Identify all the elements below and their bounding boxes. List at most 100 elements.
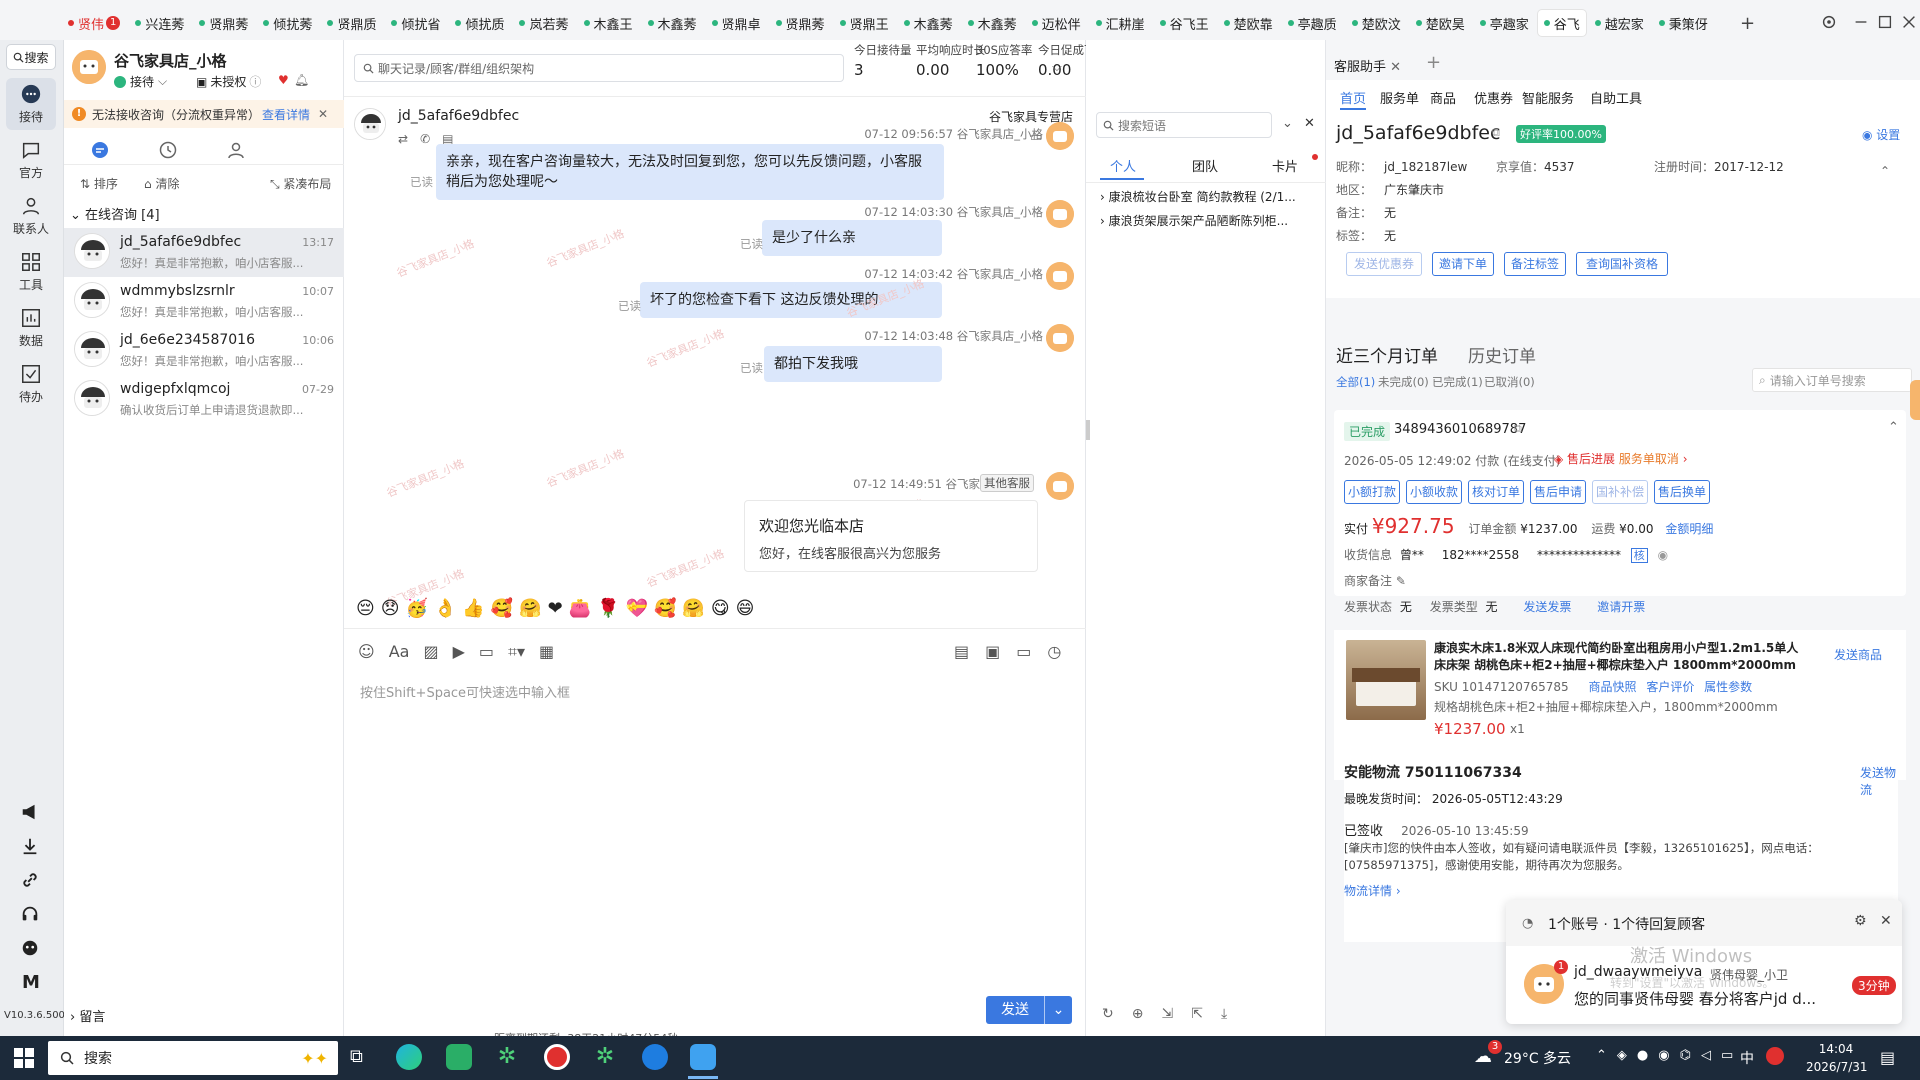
tab-chats[interactable]	[90, 140, 110, 160]
minimize-icon[interactable]	[1852, 13, 1872, 33]
edge-icon[interactable]	[396, 1044, 422, 1070]
image-icon[interactable]: ▨	[423, 642, 438, 662]
account-tab[interactable]: 贤鼎质	[321, 10, 382, 36]
emoji-icon[interactable]: 👌	[434, 598, 456, 619]
product-snapshot-link[interactable]: 商品快照	[1588, 680, 1636, 694]
notification-center-icon[interactable]: ▤	[1880, 1048, 1895, 1067]
assistant-nav-item[interactable]: 服务单	[1380, 88, 1419, 107]
display-icon[interactable]: ▭	[1721, 1048, 1733, 1063]
account-tab[interactable]: 岚若莠	[513, 10, 574, 36]
status-dropdown[interactable]: 接待 ⌵	[114, 73, 167, 90]
conversation-item[interactable]: wdmmybslzsrnlr 10:07 您好！真是非常抱歉，咱小店客服...	[64, 277, 344, 326]
shield-icon[interactable]: ◈	[1617, 1048, 1627, 1063]
account-tab[interactable]: 楚欧靠	[1218, 10, 1279, 36]
floating-helper-icon[interactable]	[1910, 380, 1920, 420]
nav-todo[interactable]: 待办	[6, 358, 56, 410]
order-action-button[interactable]: 国补补偿	[1592, 480, 1648, 504]
phrase-item[interactable]: › 康浪货架展示架产品陋断陈列柜...	[1100, 212, 1288, 229]
bell-icon[interactable]: 🔔︎	[294, 73, 309, 87]
app-red-icon[interactable]	[544, 1044, 570, 1070]
settings-link[interactable]: ◉ 设置	[1862, 126, 1900, 143]
table-icon[interactable]: ▦	[539, 642, 554, 662]
account-tab[interactable]: 贤鼎莠	[770, 10, 831, 36]
alert-close-icon[interactable]: ✕	[318, 107, 328, 121]
emoji-icon[interactable]: ❤	[548, 598, 563, 619]
invite-invoice-link[interactable]: 邀请开票	[1597, 600, 1645, 614]
tab-history-orders[interactable]: 历史订单	[1468, 342, 1536, 367]
tray-chevron-icon[interactable]: ⌃	[1596, 1048, 1607, 1063]
close-icon[interactable]	[1900, 13, 1920, 33]
send-button[interactable]: 发送	[986, 996, 1044, 1024]
order-filter[interactable]: 全部(1)	[1336, 374, 1375, 390]
emoji-icon[interactable]: 😋	[711, 598, 730, 619]
folder-icon[interactable]: ▭	[479, 642, 494, 662]
emoji-icon[interactable]: 🌹	[597, 598, 619, 619]
account-tab[interactable]: 倾扰质	[449, 10, 510, 36]
account-tab[interactable]: 木鑫莠	[898, 10, 959, 36]
taskbar-search-box[interactable]: 搜索 ✦✦	[48, 1041, 338, 1075]
online-group-header[interactable]: ⌄ 在线咨询 [4]	[70, 204, 160, 223]
conversation-item[interactable]: jd_6e6e234587016 10:06 您好！真是非常抱歉，咱小店客服..…	[64, 326, 344, 375]
order-action-button[interactable]: 售后申请	[1530, 480, 1586, 504]
close-tab-icon[interactable]: ✕	[1390, 60, 1401, 75]
account-tab[interactable]: 楚欧汶	[1346, 10, 1407, 36]
app-icon[interactable]: ✲	[494, 1044, 520, 1070]
leave-message-group[interactable]: › 留言	[70, 1006, 105, 1025]
nav-data[interactable]: 数据	[6, 302, 56, 354]
check-subsidy-button[interactable]: 查询国补资格	[1576, 252, 1668, 276]
order-action-button[interactable]: 售后换单	[1654, 480, 1710, 504]
amount-detail-link[interactable]: 金额明细	[1665, 522, 1713, 536]
account-tab[interactable]: 亭趣家	[1474, 10, 1535, 36]
account-tab[interactable]: 谷飞王	[1154, 10, 1215, 36]
windows-start-icon[interactable]	[14, 1048, 34, 1068]
emoji-icon[interactable]: 🥳	[406, 598, 428, 619]
download-icon[interactable]: ⤓	[1221, 1006, 1227, 1022]
notify-settings-icon[interactable]: ⚙	[1854, 913, 1867, 929]
robot-icon[interactable]	[20, 938, 42, 960]
note-tag-button[interactable]: 备注标签	[1504, 252, 1566, 276]
logistics-more-link[interactable]: 物流详情 ›	[1344, 882, 1401, 899]
assistant-nav-item[interactable]: 智能服务	[1522, 88, 1574, 107]
tab-personal[interactable]: 个人	[1110, 156, 1136, 175]
wechat-icon[interactable]	[446, 1044, 472, 1070]
edit-icon[interactable]: ✎	[1396, 574, 1406, 588]
nav-official[interactable]: 官方	[6, 134, 56, 186]
memo-icon[interactable]: ▤	[954, 642, 969, 661]
assistant-nav-item[interactable]: 自助工具	[1590, 88, 1642, 107]
account-tab[interactable]: 倾扰莠	[257, 10, 318, 36]
quick-reply-icon[interactable]: ▭	[1016, 642, 1031, 661]
order-action-button[interactable]: 核对订单	[1468, 480, 1524, 504]
add-tab-icon[interactable]: +	[1740, 13, 1755, 34]
product-image[interactable]	[1346, 640, 1426, 720]
emoji-picker-icon[interactable]: ☺	[358, 642, 375, 662]
account-tab[interactable]: 楚欧昊	[1410, 10, 1471, 36]
import-icon[interactable]: ⇲	[1161, 1006, 1173, 1022]
network-icon[interactable]: ⌬	[1680, 1048, 1691, 1063]
add-icon[interactable]: ⊕	[1132, 1006, 1144, 1022]
after-sale-link[interactable]: ◈ 售后进展 服务单取消 ›	[1554, 450, 1688, 467]
download-icon[interactable]	[20, 836, 42, 858]
clipboard-icon[interactable]: ▣	[985, 642, 1000, 661]
assistant-tab[interactable]: 客服助手 ✕	[1334, 56, 1401, 75]
product-attr-link[interactable]: 属性参数	[1704, 680, 1752, 694]
megaphone-icon[interactable]	[20, 802, 42, 824]
assistant-nav-item[interactable]: 优惠券	[1474, 88, 1513, 107]
assistant-nav-item[interactable]: 首页	[1340, 88, 1366, 107]
browser-icon[interactable]	[642, 1044, 668, 1070]
tab-groups[interactable]	[226, 140, 246, 160]
order-filter[interactable]: 已取消(0)	[1484, 374, 1535, 390]
clear-button[interactable]: ⌂ 清除	[144, 175, 179, 192]
nav-contacts[interactable]: 联系人	[6, 190, 56, 242]
app-icon[interactable]: ✲	[592, 1044, 618, 1070]
product-review-link[interactable]: 客户评价	[1646, 680, 1694, 694]
jingmai-app-icon[interactable]	[690, 1044, 716, 1070]
account-tab[interactable]: 贤伟 1	[62, 10, 126, 36]
invite-order-button[interactable]: 邀请下单	[1432, 252, 1494, 276]
stats-collapse-icon[interactable]: ⌵	[1052, 60, 1062, 75]
copy-icon[interactable]: ⧉	[1514, 422, 1522, 436]
tab-card[interactable]: 卡片	[1272, 156, 1298, 175]
alert-detail-link[interactable]: 查看详情	[262, 106, 310, 123]
emoji-icon[interactable]: 😔	[356, 598, 375, 619]
emoji-icon[interactable]: 👍	[462, 598, 484, 619]
nav-search-button[interactable]: 搜索	[6, 44, 56, 70]
